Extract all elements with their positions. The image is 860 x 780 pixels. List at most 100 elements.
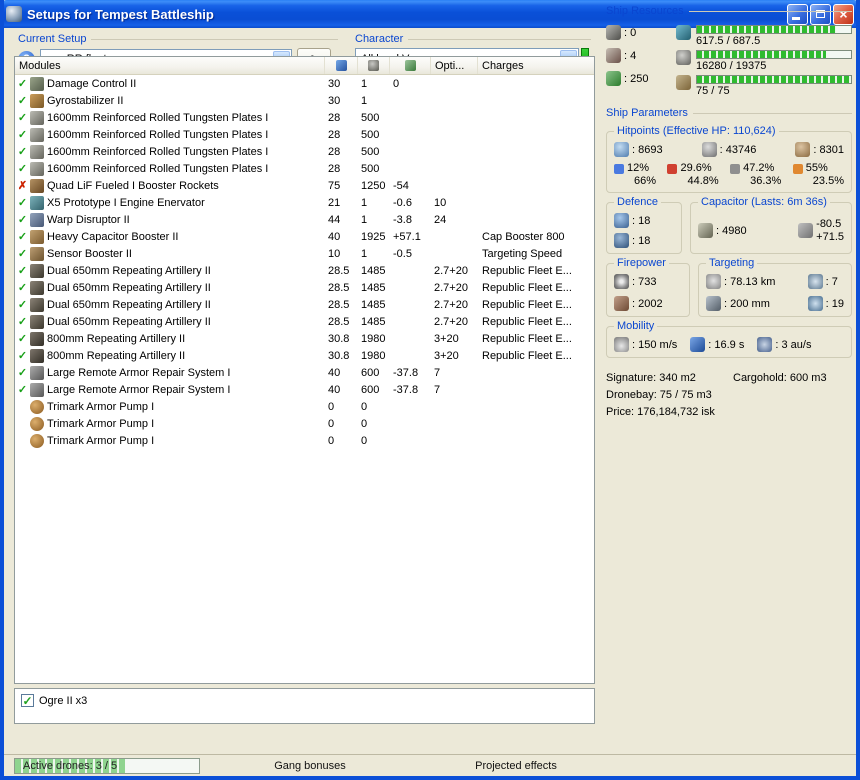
module-name: Heavy Capacitor Booster II <box>47 230 179 243</box>
module-row[interactable]: Dual 650mm Repeating Artillery II 28.5 1… <box>15 296 594 313</box>
targeting-groupbox: Targeting 78.13 km 7 200 mm 19 <box>698 257 852 318</box>
module-optimal-value: 3+20 <box>434 349 459 362</box>
module-row[interactable]: Quad LiF Fueled I Booster Rockets 75 125… <box>15 177 594 194</box>
module-row[interactable]: 800mm Repeating Artillery II 30.8 1980 3… <box>15 330 594 347</box>
damage-type-icon <box>730 164 741 174</box>
firepower-groupbox: Firepower 733 2002 <box>606 257 690 318</box>
current-setup-section-label: Current Setup <box>18 33 338 45</box>
gang-bonuses-panel[interactable]: Gang bonuses <box>206 757 414 775</box>
module-row[interactable]: 800mm Repeating Artillery II 30.8 1980 3… <box>15 347 594 364</box>
module-type-icon <box>30 110 44 125</box>
drone-row[interactable]: Ogre II x3 <box>21 693 588 708</box>
cpu-resource: 617.5 / 687.5 <box>676 25 852 47</box>
modules-list: Damage Control II 30 1 0 Gyrostabilizer … <box>15 75 594 449</box>
module-cpu-value: 28 <box>328 128 341 141</box>
max-velocity: 150 m/s <box>614 337 677 353</box>
module-name: Trimark Armor Pump I <box>47 434 155 447</box>
module-row[interactable]: 1600mm Reinforced Rolled Tungsten Plates… <box>15 126 594 143</box>
max-targets: 7 <box>807 274 844 290</box>
warp-speed: 3 au/s <box>757 337 811 353</box>
module-status-icon <box>15 315 30 328</box>
module-status-icon <box>15 247 30 260</box>
armor-resist-value: 66% <box>634 174 657 187</box>
column-header-optimal[interactable]: Opti... <box>431 57 478 74</box>
right-panel: Ship Resources 0 4 250 617.5 / 687.5 <box>606 5 852 421</box>
module-row[interactable]: Trimark Armor Pump I 0 0 <box>15 398 594 415</box>
module-row[interactable]: 1600mm Reinforced Rolled Tungsten Plates… <box>15 160 594 177</box>
powergrid-bar <box>696 50 852 59</box>
module-name: Warp Disruptor II <box>47 213 130 226</box>
ship-parameters-label: Ship Parameters <box>606 107 688 119</box>
damage-type-icon <box>667 164 678 174</box>
capacitor-amount: 4980 <box>698 223 747 239</box>
module-cap-value: -54 <box>393 179 409 192</box>
module-row[interactable]: Trimark Armor Pump I 0 0 <box>15 415 594 432</box>
module-status-icon <box>15 179 30 192</box>
module-cpu-value: 0 <box>328 417 335 430</box>
scan-resolution: 200 mm <box>706 296 798 312</box>
drone-bandwidth-text: 75 / 75 <box>696 85 730 97</box>
defence-label: Defence <box>614 196 661 209</box>
projected-effects-panel[interactable]: Projected effects <box>420 757 612 775</box>
module-row[interactable]: Heavy Capacitor Booster II 40 1925 +57.1… <box>15 228 594 245</box>
module-row[interactable]: Large Remote Armor Repair System I 40 60… <box>15 381 594 398</box>
drone-checkbox[interactable] <box>21 694 34 707</box>
active-drones-progressbar[interactable]: Active drones: 3 / 5 <box>14 757 200 774</box>
module-row[interactable]: X5 Prototype I Engine Enervator 21 1 -0.… <box>15 194 594 211</box>
cpu-bar <box>696 25 852 34</box>
module-type-icon <box>30 348 44 363</box>
module-status-icon <box>15 281 30 294</box>
column-header-charges[interactable]: Charges <box>478 57 594 74</box>
shield-resist-value: 12% <box>627 162 650 174</box>
capacitor-amount-value: 4980 <box>716 225 746 237</box>
module-row[interactable]: 1600mm Reinforced Rolled Tungsten Plates… <box>15 109 594 126</box>
module-row[interactable]: Large Remote Armor Repair System I 40 60… <box>15 364 594 381</box>
module-type-icon <box>30 280 44 295</box>
module-cpu-value: 28.5 <box>328 298 350 311</box>
ship-resources-section-label: Ship Resources <box>606 5 852 17</box>
module-row[interactable]: Gyrostabilizer II 30 1 <box>15 92 594 109</box>
module-powergrid-value: 500 <box>361 162 380 175</box>
defence-value-1: 18 <box>632 215 650 227</box>
scan-resolution-value: 200 mm <box>724 298 770 310</box>
module-charge: Targeting Speed <box>482 247 563 260</box>
column-header-cpu[interactable] <box>325 57 358 74</box>
column-header-capacitor[interactable] <box>390 57 431 74</box>
speed-icon <box>614 337 629 353</box>
module-name: 800mm Repeating Artillery II <box>47 332 186 345</box>
module-status-icon <box>15 264 30 277</box>
column-header-powergrid[interactable] <box>358 57 390 74</box>
module-status-icon <box>15 213 30 226</box>
column-header-modules[interactable]: Modules <box>15 57 325 74</box>
module-type-icon <box>30 297 44 312</box>
module-cpu-value: 40 <box>328 230 341 243</box>
max-velocity-value: 150 m/s <box>632 339 677 351</box>
shield-resist-value: 47.2% <box>743 162 775 174</box>
module-name: X5 Prototype I Engine Enervator <box>47 196 205 209</box>
turret-hardpoints-value: 0 <box>624 27 636 39</box>
module-row[interactable]: Dual 650mm Repeating Artillery II 28.5 1… <box>15 313 594 330</box>
drone-bandwidth-bar-fill <box>697 76 851 83</box>
module-row[interactable]: Damage Control II 30 1 0 <box>15 75 594 92</box>
module-row[interactable]: Dual 650mm Repeating Artillery II 28.5 1… <box>15 279 594 296</box>
module-type-icon <box>30 144 44 159</box>
module-status-icon <box>15 128 30 141</box>
module-charge: Republic Fleet E... <box>482 298 572 311</box>
drone-bandwidth-bar <box>696 75 852 84</box>
module-row[interactable]: Sensor Booster II 10 1 -0.5 Targeting Sp… <box>15 245 594 262</box>
module-row[interactable]: 1600mm Reinforced Rolled Tungsten Plates… <box>15 143 594 160</box>
module-row[interactable]: Dual 650mm Repeating Artillery II 28.5 1… <box>15 262 594 279</box>
module-charge: Republic Fleet E... <box>482 332 572 345</box>
character-label: Character <box>355 33 404 45</box>
module-status-icon <box>15 77 30 90</box>
module-row[interactable]: Trimark Armor Pump I 0 0 <box>15 432 594 449</box>
mobility-label: Mobility <box>614 320 658 333</box>
module-type-icon <box>30 314 44 329</box>
sensor-strength-value: 19 <box>826 298 844 310</box>
armor-resist-value: 36.3% <box>750 174 782 187</box>
module-cpu-value: 28.5 <box>328 315 350 328</box>
launcher-icon <box>606 48 621 63</box>
modules-table-header[interactable]: Modules Opti... Charges <box>15 57 594 75</box>
module-row[interactable]: Warp Disruptor II 44 1 -3.8 24 <box>15 211 594 228</box>
eft-window: Setups for Tempest Battleship × Current … <box>0 0 860 780</box>
